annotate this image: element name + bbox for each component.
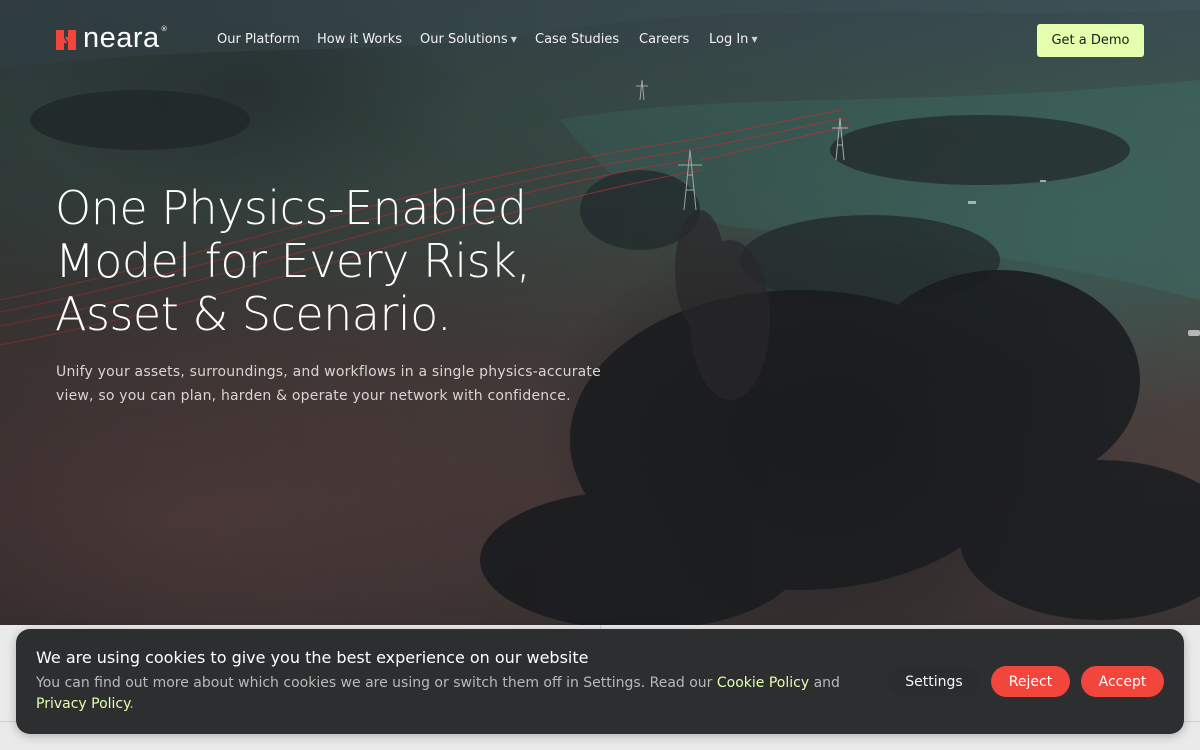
cookie-reject-button[interactable]: Reject bbox=[991, 666, 1070, 697]
cookie-banner-period: . bbox=[129, 696, 134, 712]
chevron-down-icon: ▼ bbox=[751, 35, 758, 44]
cookie-banner-text: You can find out more about which cookie… bbox=[36, 673, 866, 715]
chevron-down-icon: ▼ bbox=[510, 35, 517, 44]
hero-headline-line: One Physics-Enabled bbox=[55, 181, 527, 235]
nav-item-label: Our Solutions bbox=[420, 32, 508, 47]
neara-logo[interactable]: neara ® bbox=[56, 22, 168, 54]
hero-headline-line: Asset & Scenario. bbox=[55, 287, 452, 341]
nav-item-label: Careers bbox=[639, 32, 690, 47]
registered-mark: ® bbox=[160, 25, 168, 33]
cookie-consent-banner: We are using cookies to give you the bes… bbox=[16, 629, 1184, 734]
top-navigation: neara ® Our Platform How it Works Our So… bbox=[0, 0, 1200, 80]
hero-subcopy: Unify your assets, surroundings, and wor… bbox=[56, 360, 616, 408]
privacy-policy-link[interactable]: Privacy Policy bbox=[36, 696, 129, 712]
brand-name: neara bbox=[83, 22, 160, 54]
nav-item-careers[interactable]: Careers bbox=[639, 31, 689, 49]
cookie-settings-button[interactable]: Settings bbox=[888, 666, 980, 697]
hero-section: neara ® Our Platform How it Works Our So… bbox=[0, 0, 1200, 625]
neara-logo-mark-icon bbox=[56, 30, 76, 50]
get-a-demo-button[interactable]: Get a Demo bbox=[1037, 24, 1144, 57]
hero-headline-line: Model for Every Risk, bbox=[55, 234, 531, 288]
nav-item-our-solutions[interactable]: Our Solutions ▼ bbox=[420, 31, 517, 50]
cookie-banner-and: and bbox=[809, 675, 840, 691]
hero-headline: One Physics-Enabled Model for Every Risk… bbox=[55, 182, 675, 341]
hero-subcopy-line: view, so you can plan, harden & operate … bbox=[56, 388, 571, 404]
nav-item-label: How it Works bbox=[317, 32, 403, 47]
cookie-policy-link[interactable]: Cookie Policy bbox=[717, 675, 809, 691]
cookie-banner-title: We are using cookies to give you the bes… bbox=[36, 648, 589, 667]
nav-item-case-studies[interactable]: Case Studies bbox=[535, 31, 619, 49]
cookie-banner-body: You can find out more about which cookie… bbox=[36, 675, 717, 691]
cookie-accept-button[interactable]: Accept bbox=[1081, 666, 1164, 697]
nav-item-how-it-works[interactable]: How it Works bbox=[317, 31, 402, 49]
nav-item-label: Our Platform bbox=[217, 32, 300, 47]
hero-subcopy-line: Unify your assets, surroundings, and wor… bbox=[56, 364, 601, 380]
nav-item-our-platform[interactable]: Our Platform bbox=[217, 31, 300, 49]
nav-item-label: Log In bbox=[709, 32, 749, 47]
nav-item-label: Case Studies bbox=[535, 32, 620, 47]
nav-item-log-in[interactable]: Log In ▼ bbox=[709, 31, 758, 50]
